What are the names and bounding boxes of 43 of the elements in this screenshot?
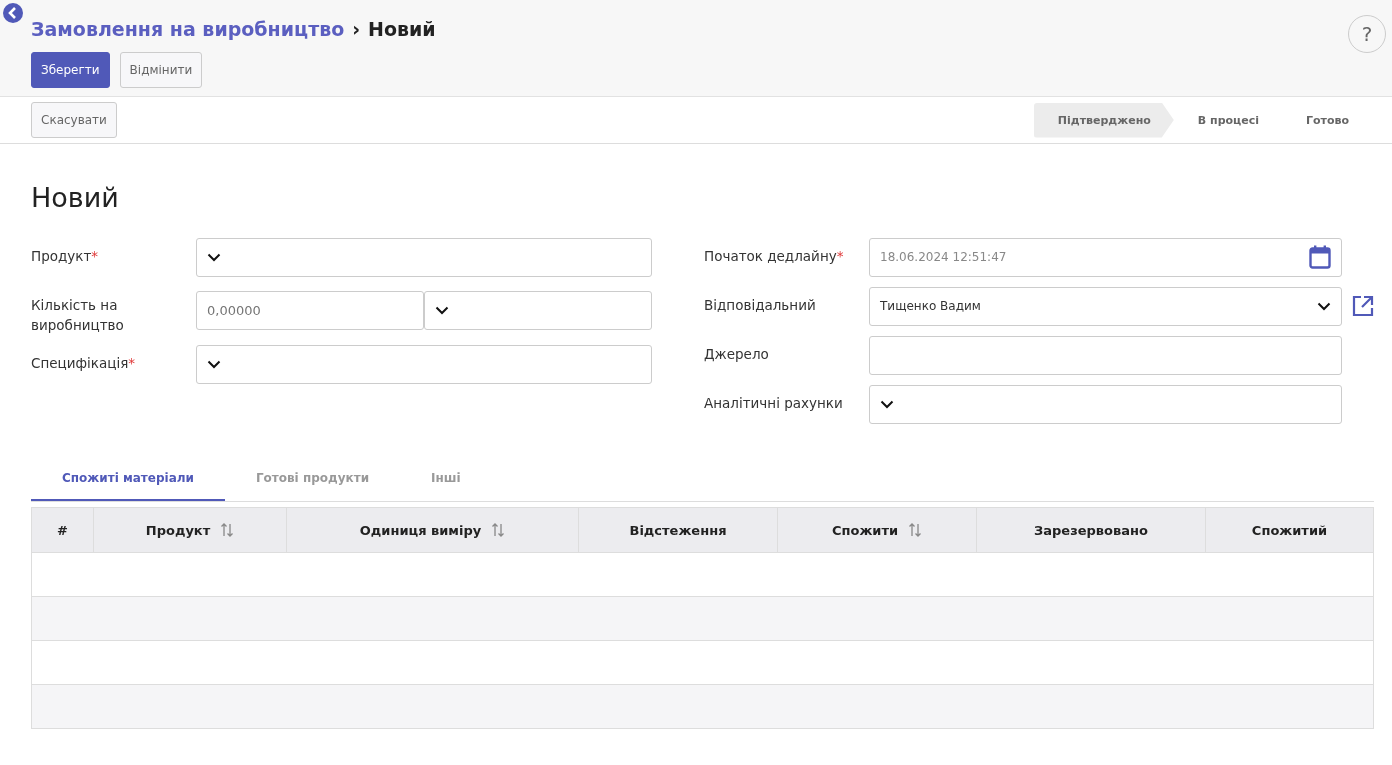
column-header[interactable]: # <box>57 522 68 538</box>
column-header[interactable]: Відстеження <box>629 522 727 538</box>
chevron-down-icon <box>880 399 894 409</box>
back-icon[interactable] <box>3 3 23 23</box>
calendar-icon[interactable] <box>1309 245 1331 269</box>
breadcrumb-current: Новий <box>368 18 436 40</box>
quantity-input[interactable]: 0,00000 <box>196 291 424 330</box>
chevron-down-icon <box>1317 301 1331 311</box>
chevron-down-icon <box>207 252 221 262</box>
column-header[interactable]: Одиниця виміру <box>359 522 482 538</box>
field-label: Продукт* <box>31 247 100 266</box>
select-field[interactable] <box>196 237 652 277</box>
status-stage[interactable]: Підтверджено <box>1033 102 1174 138</box>
field-label: Відповідальний <box>704 296 817 315</box>
notebook-tab[interactable]: Спожиті матеріали <box>31 463 225 501</box>
cancel-button[interactable]: Скасувати <box>31 102 117 138</box>
save-button[interactable]: Зберегти <box>31 52 110 88</box>
column-header[interactable]: Зарезервовано <box>1034 522 1148 538</box>
unit-select[interactable] <box>424 291 652 330</box>
field-label: Аналітичні рахунки <box>704 394 844 413</box>
record-title: Новий <box>31 182 120 213</box>
text-field[interactable] <box>869 335 1342 375</box>
select-field[interactable] <box>869 384 1342 424</box>
select-field[interactable] <box>196 344 652 384</box>
external-link-icon[interactable] <box>1352 295 1374 317</box>
breadcrumb-link[interactable]: Замовлення на виробництво <box>31 18 345 40</box>
column-header[interactable]: Продукт <box>145 522 211 538</box>
field-label: Кількість на виробництво <box>31 296 125 335</box>
breadcrumb-separator: › <box>352 18 361 40</box>
column-header[interactable]: Спожитий <box>1251 522 1328 538</box>
discard-button[interactable]: Відмінити <box>119 52 203 88</box>
select-field[interactable]: Тищенко Вадим <box>869 286 1342 326</box>
sort-icon[interactable] <box>908 522 923 538</box>
field-label: Початок дедлайну* <box>704 247 845 266</box>
chevron-down-icon <box>207 359 221 369</box>
help-button[interactable]: ? <box>1348 15 1386 53</box>
field-label: Джерело <box>704 345 770 364</box>
sort-icon[interactable] <box>220 522 235 538</box>
chevron-down-icon <box>435 306 449 315</box>
field-label: Специфікація* <box>31 354 137 373</box>
sort-icon[interactable] <box>491 522 506 538</box>
date-field[interactable]: 18.06.2024 12:51:47 <box>869 237 1342 277</box>
column-header[interactable]: Спожити <box>831 522 899 538</box>
